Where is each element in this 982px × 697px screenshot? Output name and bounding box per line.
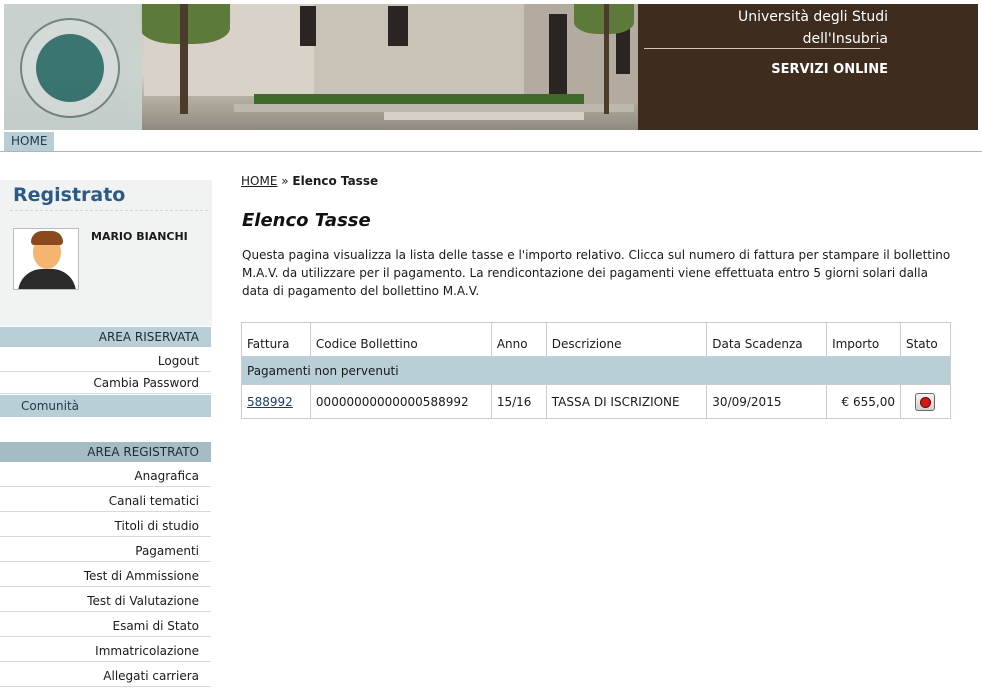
sidebar-item-pagamenti[interactable]: Pagamenti bbox=[0, 540, 211, 562]
fees-table: Fattura Codice Bollettino Anno Descrizio… bbox=[241, 322, 952, 419]
table-row: 588992 00000000000000588992 15/16 TASSA … bbox=[241, 384, 952, 419]
sidebar-item-titoli-di-studio[interactable]: Titoli di studio bbox=[0, 515, 211, 537]
col-codice-bollettino: Codice Bollettino bbox=[309, 322, 492, 357]
sidebar-item-immatricolazione[interactable]: Immatricolazione bbox=[0, 640, 211, 662]
avatar bbox=[13, 228, 79, 290]
sidebar-item-allegati-carriera[interactable]: Allegati carriera bbox=[0, 665, 211, 687]
cell-codice: 00000000000000588992 bbox=[309, 384, 492, 419]
breadcrumb-home-link[interactable]: HOME bbox=[241, 174, 277, 188]
invoice-link[interactable]: 588992 bbox=[247, 395, 293, 409]
sidebar-item-anagrafica[interactable]: Anagrafica bbox=[0, 465, 211, 487]
cell-scadenza: 30/09/2015 bbox=[706, 384, 828, 419]
sidebar-item-comunita[interactable]: Comunità bbox=[0, 395, 211, 417]
col-anno: Anno bbox=[490, 322, 547, 357]
col-importo: Importo bbox=[826, 322, 901, 357]
sidebar-item-esami-di-stato[interactable]: Esami di Stato bbox=[0, 615, 211, 637]
group-label: Pagamenti non pervenuti bbox=[241, 356, 951, 385]
table-header-row: Fattura Codice Bollettino Anno Descrizio… bbox=[241, 322, 952, 357]
sidebar-item-logout[interactable]: Logout bbox=[0, 350, 211, 372]
page-intro: Questa pagina visualizza la lista delle … bbox=[242, 248, 951, 298]
sidebar-item-canali-tematici[interactable]: Canali tematici bbox=[0, 490, 211, 512]
col-descrizione: Descrizione bbox=[545, 322, 708, 357]
university-seal-logo bbox=[20, 18, 120, 118]
col-fattura: Fattura bbox=[241, 322, 311, 357]
red-semaphore-icon[interactable] bbox=[915, 392, 936, 411]
cell-importo: € 655,00 bbox=[826, 384, 901, 419]
user-name: MARIO BIANCHI bbox=[91, 230, 188, 243]
sidebar-item-cambia-password[interactable]: Cambia Password bbox=[0, 372, 211, 394]
section-area-riservata: AREA RISERVATA bbox=[0, 327, 211, 347]
breadcrumb: HOME » Elenco Tasse bbox=[241, 174, 378, 188]
university-name: Università degli Studi dell'Insubria bbox=[737, 9, 888, 47]
cell-anno: 15/16 bbox=[490, 384, 547, 419]
col-stato: Stato bbox=[899, 322, 952, 357]
breadcrumb-current: Elenco Tasse bbox=[292, 174, 379, 188]
logo-panel bbox=[4, 4, 142, 130]
sidebar-title: Registrato bbox=[13, 184, 126, 206]
page-title: Elenco Tasse bbox=[242, 210, 371, 231]
top-nav: HOME bbox=[0, 130, 982, 152]
nav-home-tab[interactable]: HOME bbox=[4, 132, 55, 151]
group-row: Pagamenti non pervenuti bbox=[241, 356, 951, 385]
col-data-scadenza: Data Scadenza bbox=[706, 322, 828, 357]
service-title: SERVIZI ONLINE bbox=[771, 62, 888, 77]
header-divider bbox=[644, 48, 880, 49]
sidebar-item-test-ammissione[interactable]: Test di Ammissione bbox=[0, 565, 211, 587]
cell-descrizione: TASSA DI ISCRIZIONE bbox=[545, 384, 708, 419]
sidebar-title-divider bbox=[10, 210, 208, 211]
breadcrumb-separator: » bbox=[281, 174, 289, 188]
section-area-registrato: AREA REGISTRATO bbox=[0, 442, 211, 462]
cell-stato bbox=[899, 384, 952, 419]
sidebar-item-test-valutazione[interactable]: Test di Valutazione bbox=[0, 590, 211, 612]
